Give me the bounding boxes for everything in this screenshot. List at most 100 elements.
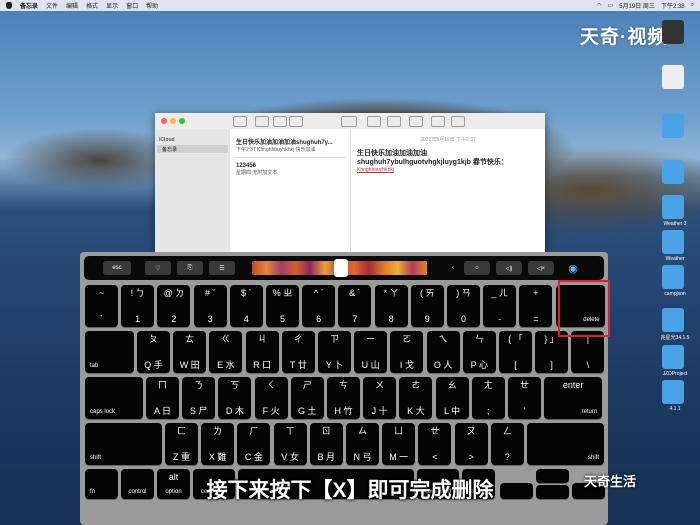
key-row3-7[interactable]: ㄜ K 大 (399, 377, 433, 419)
key-3[interactable]: # ˇ 3 (193, 285, 227, 327)
key-row4-8[interactable]: ㄡ > (454, 423, 488, 465)
search-icon[interactable]: ⌕ (691, 2, 694, 9)
shift-right-key[interactable]: shift (527, 423, 604, 465)
key-row3-9[interactable]: ㄤ; (471, 377, 505, 419)
note-editor[interactable]: 2022年5月19日 下午2:37 生日快乐加油加油加油 shughuh7ybu… (351, 129, 545, 258)
list-item[interactable]: 生日快乐加油加油加油shughuh7y... 下午2:37 Khnghhbuyh… (236, 137, 346, 153)
esc-key[interactable]: esc (103, 261, 131, 275)
share-icon[interactable] (451, 116, 465, 127)
key-row3-5[interactable]: ㄘ H 竹 (327, 377, 360, 419)
apple-icon[interactable] (6, 2, 12, 9)
key-row2-8[interactable]: ㄟ O 人 (426, 331, 460, 373)
key-7[interactable]: & ˙ 7 (338, 285, 372, 327)
key-row4-5[interactable]: ㄙ N 弓 (346, 423, 379, 465)
media-icon[interactable] (431, 116, 445, 127)
wifi-icon[interactable]: ◠ (596, 2, 601, 9)
key-1[interactable]: ! ㄅ 1 (121, 285, 155, 327)
tab-key[interactable]: tab (85, 331, 134, 373)
menu-icon[interactable]: ☰ (209, 261, 235, 275)
shift-left-key[interactable]: shift (85, 423, 162, 465)
volume-icon[interactable]: ◁) (496, 261, 522, 275)
key-row3-3[interactable]: ㄑ F 火 (254, 377, 288, 419)
battery-icon[interactable]: ▭ (608, 2, 614, 9)
menu-clock[interactable]: 下午2:38 (661, 1, 685, 10)
key-0[interactable]: ~ ` (85, 285, 118, 327)
key-4[interactable]: $ ˋ 4 (229, 285, 263, 327)
key-row3-6[interactable]: ㄨ J 十 (363, 377, 397, 419)
key-11[interactable]: _ ㄦ - (483, 285, 517, 327)
menu-notes[interactable]: 备忘录 (20, 1, 38, 10)
status-date[interactable]: 5月19日 周三 (619, 1, 655, 10)
menu-edit[interactable]: 编辑 (66, 1, 78, 10)
compose-icon[interactable] (289, 116, 303, 127)
desktop-file-icon[interactable] (662, 114, 684, 138)
text-format-icon[interactable] (387, 116, 401, 127)
list-view-icon[interactable] (255, 116, 269, 127)
menu-file[interactable]: 文件 (46, 1, 58, 10)
key-row4-6[interactable]: ㄩ M 一 (382, 423, 416, 465)
key-row2-2[interactable]: ㄍ E 水 (209, 331, 243, 373)
desktop-file-icon[interactable] (662, 65, 684, 89)
key-5[interactable]: % ㄓ 5 (266, 285, 299, 327)
key-6[interactable]: ^ ˊ 6 (302, 285, 336, 327)
key-row4-3[interactable]: ㄒ V 女 (273, 423, 307, 465)
lock-icon[interactable] (341, 116, 357, 127)
desktop-file-icon[interactable] (662, 195, 684, 219)
menu-help[interactable]: 帮助 (146, 1, 158, 10)
close-button[interactable] (161, 118, 167, 124)
table-icon[interactable] (409, 116, 423, 127)
key-2[interactable]: @ ㄉ 2 (157, 285, 191, 327)
sidebar-item-notes[interactable]: 备忘录 (157, 145, 228, 153)
key-row2-5[interactable]: ㄗ Y 卜 (318, 331, 351, 373)
key-9[interactable]: ( ㄞ 9 (410, 285, 444, 327)
copy-icon[interactable]: ⎘ (177, 261, 203, 275)
enter-key[interactable]: enter return (544, 377, 603, 419)
desktop-file-icon[interactable] (662, 308, 684, 332)
checklist-icon[interactable] (367, 116, 381, 127)
key-row2-4[interactable]: ㄔ T 廿 (281, 331, 315, 373)
key-row2-9[interactable]: ㄣ P 心 (462, 331, 496, 373)
key-row2-10[interactable]: { 「 [ (499, 331, 532, 373)
key-row3-0[interactable]: ㄇ A 日 (146, 377, 179, 419)
desktop-file-icon[interactable] (662, 345, 684, 369)
key-8[interactable]: * ㄚ 8 (374, 285, 408, 327)
desktop-file-icon[interactable] (662, 380, 684, 404)
chevron-left-icon[interactable]: ‹ (447, 261, 459, 275)
desktop-file-icon[interactable] (662, 265, 684, 289)
mute-icon[interactable]: ◁× (528, 261, 554, 275)
key-row2-12[interactable]: | \ (571, 331, 605, 373)
key-row4-2[interactable]: ㄏ C 金 (237, 423, 271, 465)
key-row3-4[interactable]: ㄕ G 土 (290, 377, 324, 419)
minimize-button[interactable] (170, 118, 176, 124)
desktop-file-icon[interactable] (662, 230, 684, 254)
key-row3-1[interactable]: ㄋ S 尸 (182, 377, 216, 419)
menu-window[interactable]: 窗口 (126, 1, 138, 10)
menu-format[interactable]: 格式 (86, 1, 98, 10)
key-row2-3[interactable]: ㄐ R 口 (245, 331, 279, 373)
key-row2-11[interactable]: } 」] (535, 331, 569, 373)
key-row2-0[interactable]: ㄆ Q 手 (137, 331, 170, 373)
desktop-file-icon[interactable] (662, 160, 684, 184)
key-row3-8[interactable]: ㄠ L 中 (435, 377, 469, 419)
list-item[interactable]: 123456 星期四 无附加文本 (236, 163, 346, 176)
delete-note-icon[interactable] (273, 116, 287, 127)
key-row4-0[interactable]: ㄈ Z 重 (165, 423, 198, 465)
zoom-button[interactable] (179, 118, 185, 124)
caps-lock-key[interactable]: caps lock (85, 377, 143, 419)
desktop-file-icon[interactable] (662, 20, 684, 44)
sidebar-toggle-icon[interactable] (233, 116, 247, 127)
key-row2-1[interactable]: ㄊ W 田 (173, 331, 207, 373)
key-row3-10[interactable]: ㄝ ' (508, 377, 541, 419)
brightness-icon[interactable]: ☼ (464, 261, 490, 275)
key-12[interactable]: + = (519, 285, 553, 327)
key-row4-1[interactable]: ㄌ X 難 (201, 423, 235, 465)
menu-view[interactable]: 显示 (106, 1, 118, 10)
favorite-icon[interactable]: ♡ (145, 261, 171, 275)
siri-icon[interactable]: ◉ (560, 261, 586, 275)
key-10[interactable]: ) ㄢ 0 (447, 285, 480, 327)
key-row2-7[interactable]: ㄛ I 戈 (390, 331, 424, 373)
key-row4-4[interactable]: ㄖ B 月 (309, 423, 343, 465)
key-row4-7[interactable]: ㄝ < (418, 423, 452, 465)
scrubber-handle[interactable] (334, 259, 348, 277)
key-row4-9[interactable]: ㄥ? (490, 423, 524, 465)
